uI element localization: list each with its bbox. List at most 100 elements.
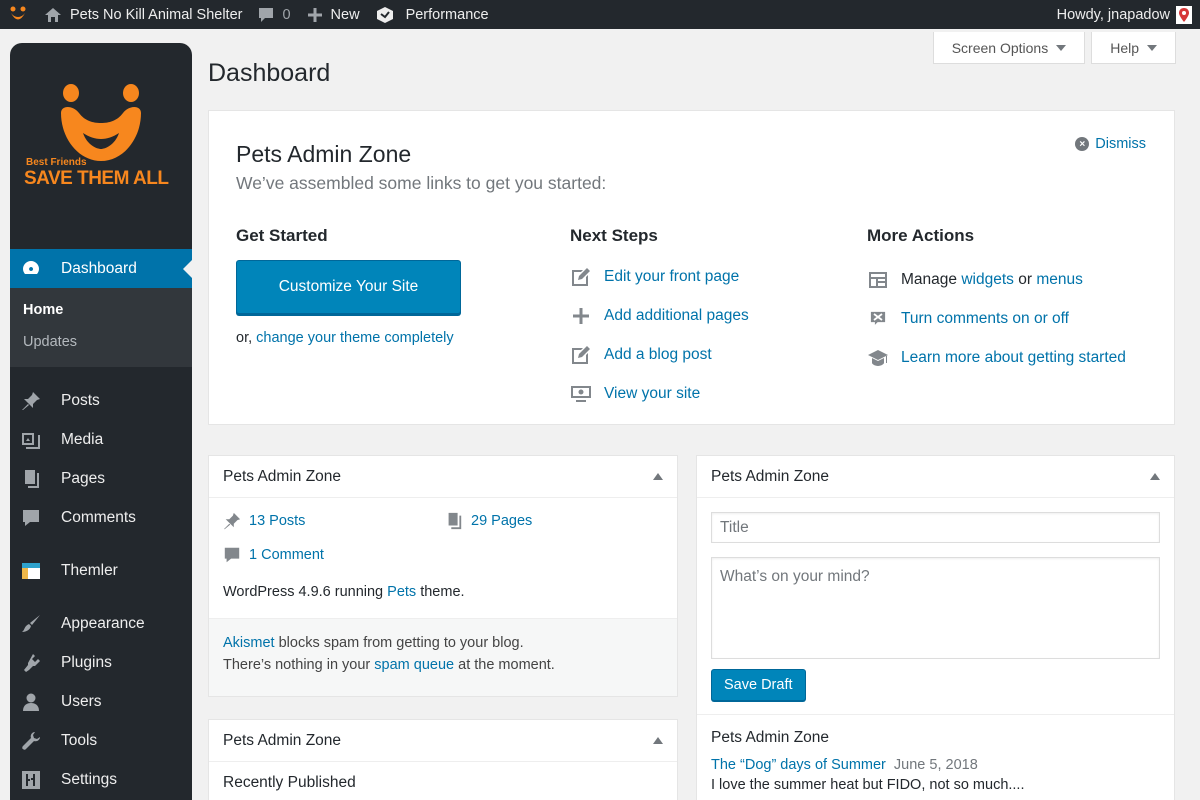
change-theme-line: or, change your theme completely — [236, 330, 461, 346]
draft-date: June 5, 2018 — [893, 757, 978, 773]
get-started-column: Get Started Customize Your Site or, chan… — [236, 226, 461, 346]
change-theme-link[interactable]: change your theme completely — [256, 330, 453, 346]
site-name-menu[interactable]: Pets No Kill Animal Shelter — [36, 0, 250, 29]
dismiss-link[interactable]: × Dismiss — [1075, 136, 1146, 152]
new-content-menu[interactable]: New — [299, 0, 368, 29]
menu-plugins[interactable]: Plugins — [10, 643, 192, 682]
edit-front-page-link[interactable]: Edit your front page — [604, 268, 739, 286]
caret-down-icon — [1147, 44, 1157, 51]
paw-logo-icon — [10, 6, 26, 19]
posts-count-link[interactable]: 13 Posts — [223, 504, 445, 538]
menu-media-label: Media — [61, 430, 104, 448]
recently-published-heading: Recently Published — [223, 774, 356, 791]
widget-title: Pets Admin Zone — [223, 731, 342, 749]
akismet-link[interactable]: Akismet — [223, 635, 275, 651]
add-pages-link[interactable]: Add additional pages — [604, 307, 749, 325]
edit-page-icon — [570, 267, 592, 287]
spam-suffix: at the moment. — [458, 657, 555, 673]
comments-count-link[interactable]: 1 Comment — [223, 538, 324, 572]
menu-pages[interactable]: Pages — [10, 459, 192, 498]
comment-bubble-icon — [259, 7, 274, 22]
help-button[interactable]: Help — [1091, 32, 1176, 64]
wrench-icon — [20, 731, 42, 751]
draft-title-input[interactable]: Title — [711, 512, 1160, 543]
media-icon — [20, 430, 42, 450]
pages-icon — [20, 469, 42, 489]
screen-meta-links: Screen Options Help — [932, 32, 1176, 64]
logo-text-small: Best Friends — [26, 157, 87, 168]
widgets-link[interactable]: widgets — [961, 271, 1014, 289]
spam-prefix: There’s nothing in your — [223, 657, 371, 673]
plus-icon — [307, 7, 322, 22]
widget-title: Pets Admin Zone — [711, 467, 830, 485]
menu-dashboard[interactable]: Dashboard — [10, 249, 192, 288]
my-account-menu[interactable]: Howdy, jnapadow — [1049, 0, 1200, 29]
performance-label: Performance — [405, 6, 489, 23]
menu-tools[interactable]: Tools — [10, 721, 192, 760]
view-site-link[interactable]: View your site — [604, 385, 700, 403]
page-title: Dashboard — [208, 59, 331, 87]
avatar-pin-icon — [1179, 7, 1189, 22]
customize-site-button[interactable]: Customize Your Site — [236, 260, 461, 314]
more-actions-column: More Actions Manage widgets or menus Tur… — [867, 226, 1126, 377]
wp-version-prefix: WordPress 4.9.6 running — [223, 584, 384, 600]
quick-draft-widget: Pets Admin Zone Title What’s on your min… — [696, 455, 1175, 800]
pushpin-icon — [20, 391, 42, 411]
comments-menu[interactable]: 0 — [250, 0, 298, 29]
comments-count: 0 — [282, 6, 291, 23]
draft-content-textarea[interactable]: What’s on your mind? — [711, 557, 1160, 659]
menus-link[interactable]: menus — [1036, 271, 1083, 289]
drafts-list: Pets Admin Zone The “Dog” days of Summer… — [697, 714, 1174, 793]
widget-header[interactable]: Pets Admin Zone — [209, 456, 677, 498]
spam-queue-link[interactable]: spam queue — [374, 657, 454, 673]
menu-comments[interactable]: Comments — [10, 498, 192, 537]
menu-settings[interactable]: Settings — [10, 760, 192, 799]
or-text: or — [1018, 270, 1032, 288]
menu-posts-label: Posts — [61, 391, 100, 409]
menu-themler[interactable]: Themler — [10, 551, 192, 590]
menu-appearance[interactable]: Appearance — [10, 604, 192, 643]
list-item: Add additional pages — [570, 296, 749, 335]
theme-link[interactable]: Pets — [387, 584, 416, 600]
menu-users[interactable]: Users — [10, 682, 192, 721]
write-blog-icon — [570, 345, 592, 365]
list-item: The “Dog” days of Summer June 5, 2018 — [711, 757, 1160, 773]
pages-count: 29 Pages — [471, 513, 533, 529]
settings-sliders-icon — [20, 770, 42, 790]
submenu-updates[interactable]: Updates — [10, 326, 192, 358]
home-icon — [45, 7, 61, 22]
get-started-heading: Get Started — [236, 226, 328, 245]
akismet-notice: Akismet blocks spam from getting to your… — [209, 618, 677, 696]
save-draft-button[interactable]: Save Draft — [711, 669, 806, 701]
list-item: Turn comments on or off — [867, 299, 1126, 338]
menu-dashboard-label: Dashboard — [61, 259, 137, 277]
caret-down-icon — [1056, 44, 1067, 51]
best-friends-paw-logo-icon — [61, 84, 141, 161]
avatar — [1176, 5, 1192, 24]
screen-options-button[interactable]: Screen Options — [932, 32, 1086, 64]
add-blog-post-link[interactable]: Add a blog post — [604, 346, 712, 364]
welcome-subtitle: We’ve assembled some links to get you st… — [236, 173, 607, 193]
collapse-arrow-icon[interactable] — [653, 473, 663, 480]
collapse-arrow-icon[interactable] — [653, 737, 663, 744]
pushpin-icon — [223, 512, 241, 530]
brand-logo[interactable]: Best Friends SAVE THEM ALL — [10, 43, 192, 249]
logo-text-big: SAVE THEM ALL — [24, 168, 169, 189]
draft-title-link[interactable]: The “Dog” days of Summer — [711, 757, 886, 773]
menu-media[interactable]: Media — [10, 420, 192, 459]
performance-menu[interactable]: Performance — [368, 0, 497, 29]
widget-header[interactable]: Pets Admin Zone — [209, 720, 677, 762]
learn-more-link[interactable]: Learn more about getting started — [901, 349, 1126, 367]
submenu-home[interactable]: Home — [10, 294, 192, 326]
pages-count-link[interactable]: 29 Pages — [445, 504, 532, 538]
widget-header[interactable]: Pets Admin Zone — [697, 456, 1174, 498]
wp-logo-menu[interactable] — [0, 0, 36, 29]
toggle-comments-link[interactable]: Turn comments on or off — [901, 310, 1069, 328]
next-steps-column: Next Steps Edit your front page Add addi… — [570, 226, 749, 413]
menu-posts[interactable]: Posts — [10, 381, 192, 420]
menu-plugins-label: Plugins — [61, 653, 112, 671]
help-label: Help — [1110, 39, 1139, 56]
pages-icon — [448, 512, 462, 530]
welcome-title: Pets Admin Zone — [236, 141, 412, 167]
collapse-arrow-icon[interactable] — [1150, 473, 1160, 480]
